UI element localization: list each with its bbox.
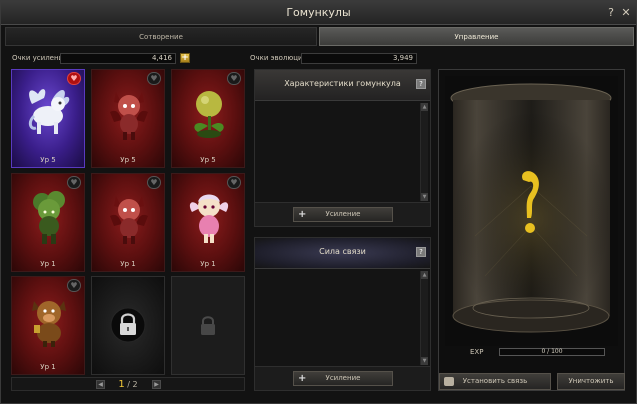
locked-slot[interactable] [91, 276, 165, 375]
glass-jar-icon [445, 76, 618, 346]
favorite-heart-icon[interactable]: ♥ [227, 176, 241, 189]
page-indicator: 1 / 2 [12, 379, 244, 390]
favorite-heart-icon[interactable]: ♥ [67, 176, 81, 189]
locked-slot[interactable] [171, 276, 245, 375]
bond-button-bar: + Усиление [255, 366, 430, 390]
characteristics-button-bar: + Усиление [255, 202, 430, 226]
favorite-heart-icon[interactable]: ♥ [147, 176, 161, 189]
homunculus-slot[interactable]: ♥ Ур 5 [171, 69, 245, 168]
characteristics-panel: Характеристики гомункула ? ▲ ▼ + Усилени… [254, 69, 431, 227]
bond-scrollbar[interactable]: ▲ ▼ [420, 271, 428, 365]
homunculus-slot[interactable]: ♥ Ур 1 [91, 173, 165, 272]
boost-characteristics-button[interactable]: + Усиление [293, 207, 393, 222]
favorite-heart-icon[interactable]: ♥ [67, 72, 81, 85]
close-icon[interactable]: ✕ [620, 6, 632, 20]
scroll-down-icon[interactable]: ▼ [421, 193, 428, 201]
plus-icon: + [298, 373, 307, 384]
establish-bond-button[interactable]: Установить связь [439, 373, 551, 390]
homunculus-slot[interactable]: ♥ Ур 5 [11, 69, 85, 168]
favorite-heart-icon[interactable]: ♥ [227, 72, 241, 85]
question-icon[interactable]: ? [605, 6, 617, 20]
tab-bar: Сотворение Управление [5, 27, 634, 46]
exp-value: 0 / 100 [541, 348, 563, 355]
homunculus-slot[interactable]: ♥ Ур 1 [11, 173, 85, 272]
boar-warrior-icon [32, 301, 66, 347]
boost-label: Усиление [325, 210, 361, 218]
homunculus-slot[interactable]: ♥ Ур 5 [91, 69, 165, 168]
homunculus-level: Ур 1 [40, 260, 56, 268]
favorite-heart-icon[interactable]: ♥ [67, 279, 81, 292]
homunculus-slot[interactable]: ♥ Ур 1 [11, 276, 85, 375]
title-bar[interactable]: Гомункулы ? ✕ [1, 1, 636, 25]
homunculus-level: Ур 1 [200, 260, 216, 268]
evolution-points-value: 3,949 [301, 53, 417, 64]
characteristics-scrollbar[interactable]: ▲ ▼ [420, 103, 428, 201]
green-treant-icon [33, 191, 65, 244]
red-imp-icon [110, 92, 148, 140]
scroll-down-icon[interactable]: ▼ [421, 357, 428, 365]
window-title: Гомункулы [286, 6, 351, 19]
tab-creation[interactable]: Сотворение [5, 27, 317, 46]
homunculus-slot[interactable]: ♥ Ур 1 [171, 173, 245, 272]
lock-icon [110, 307, 146, 345]
homunculus-level: Ур 5 [120, 156, 136, 164]
bond-title: Сила связи [319, 247, 366, 256]
characteristics-title: Характеристики гомункула [284, 79, 401, 88]
homunculus-level: Ур 5 [200, 156, 216, 164]
boost-points-value: 4,416 [60, 53, 176, 64]
tab-management[interactable]: Управление [319, 27, 634, 46]
bond-icon [444, 377, 454, 386]
boost-label: Усиление [325, 374, 361, 382]
exp-progress-bar: 0 / 100 [499, 348, 605, 356]
total-pages: 2 [132, 380, 138, 389]
plus-icon: + [298, 209, 307, 220]
homunculus-jar-panel: EXP 0 / 100 Установить связь Уничтожить [438, 69, 625, 391]
characteristics-header: Характеристики гомункула ? [255, 70, 430, 101]
scroll-up-icon[interactable]: ▲ [421, 103, 428, 111]
bond-header: Сила связи ? [255, 238, 430, 269]
red-imp-icon [110, 196, 148, 244]
homunculus-level: Ур 5 [40, 156, 56, 164]
homunculus-level: Ур 1 [120, 260, 136, 268]
homunculus-grid: ♥ Ур 5 ♥ Ур 5 ♥ Ур 5 ♥ Ур 1 ♥ Ур 1 ♥ Ур … [11, 69, 245, 375]
destroy-button[interactable]: Уничтожить [557, 373, 625, 390]
exp-label: EXP [470, 348, 484, 356]
lock-icon [198, 314, 218, 338]
evolution-points-label: Очки эволюции [250, 54, 308, 62]
bulb-plant-icon [194, 91, 224, 138]
boost-bond-button[interactable]: + Усиление [293, 371, 393, 386]
help-icon[interactable]: ? [416, 79, 426, 89]
homunculus-level: Ур 1 [40, 363, 56, 371]
page-navigator: ◀ 1 / 2 ▶ [11, 377, 245, 391]
homunculus-window: Гомункулы ? ✕ Сотворение Управление Очки… [0, 0, 637, 404]
white-pegasus-icon [28, 89, 70, 134]
pink-fairy-icon [189, 194, 229, 243]
scroll-up-icon[interactable]: ▲ [421, 271, 428, 279]
add-boost-points-button[interactable]: + [180, 53, 190, 63]
help-icon[interactable]: ? [416, 247, 426, 257]
page-separator: / [124, 380, 133, 389]
favorite-heart-icon[interactable]: ♥ [147, 72, 161, 85]
establish-bond-label: Установить связь [462, 377, 528, 385]
next-page-button[interactable]: ▶ [152, 380, 161, 389]
bond-strength-panel: Сила связи ? ▲ ▼ + Усиление [254, 237, 431, 391]
